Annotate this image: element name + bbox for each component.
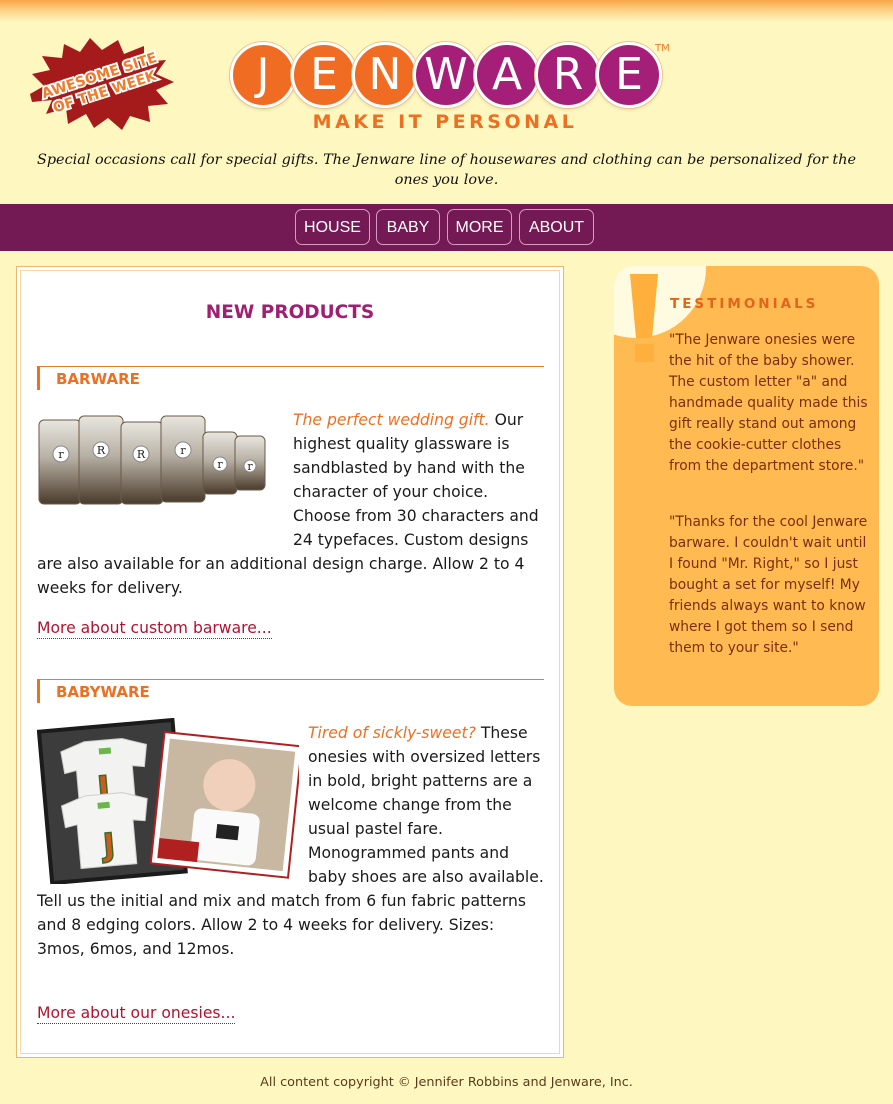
babyware-lead: Tired of sickly-sweet?: [308, 724, 476, 742]
trademark-mark: TM: [655, 43, 670, 54]
barware-heading: BARWARE: [37, 366, 544, 390]
nav-item-house[interactable]: HOUSE: [295, 209, 370, 245]
babyware-more-link[interactable]: More about our onesies...: [37, 1003, 236, 1024]
tagline: MAKE IT PERSONAL: [312, 111, 578, 133]
logo-letter: N: [352, 42, 418, 108]
testimonial-quote: "The Jenware onesies were the hit of the…: [669, 332, 868, 474]
nav-item-more[interactable]: MORE: [447, 209, 512, 245]
barware-lead: The perfect wedding gift.: [293, 411, 490, 429]
barware-more-link[interactable]: More about custom barware...: [37, 618, 272, 639]
nav-item-about[interactable]: ABOUT: [519, 209, 594, 245]
intro-text: Special occasions call for special gifts…: [36, 152, 856, 188]
exclamation-icon: [630, 274, 658, 362]
logo-letter: W: [413, 42, 479, 108]
footer-copyright: All content copyright © Jennifer Robbins…: [260, 1075, 633, 1090]
logo-letter: R: [535, 42, 601, 108]
jenware-logo[interactable]: J E N W A R E TM: [230, 40, 675, 108]
top-gradient-band: [0, 0, 893, 22]
awesome-site-badge: AWESOME SITE AWESOME SITE OF THE WEEK OF…: [30, 38, 174, 130]
testimonial-quote: "Thanks for the cool Jenware barware. I …: [669, 514, 868, 656]
new-products-heading: NEW PRODUCTS: [205, 302, 375, 323]
nav-item-baby[interactable]: BABY: [376, 209, 440, 245]
logo-letter: E: [596, 42, 662, 108]
logo-letter: E: [291, 42, 357, 108]
barware-photo-float: [37, 408, 293, 530]
babyware-photo-float: [37, 721, 308, 887]
testimonials-heading: TESTIMONIALS: [670, 296, 819, 312]
barware-description: The perfect wedding gift. Our highest qu…: [37, 408, 545, 600]
logo-letter: J: [230, 42, 296, 108]
babyware-heading: BABYWARE: [37, 679, 544, 703]
logo-letter: A: [474, 42, 540, 108]
babyware-description: Tired of sickly-sweet? These onesies wit…: [37, 721, 545, 961]
nav-bar: HOUSE BABY MORE ABOUT: [0, 204, 893, 251]
